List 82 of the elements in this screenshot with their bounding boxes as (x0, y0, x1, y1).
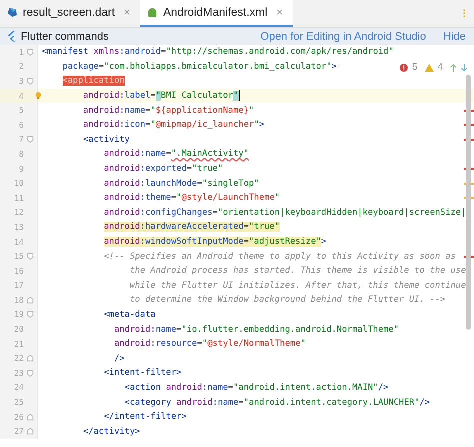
code-line: /> (113, 352, 125, 365)
fold-marker-icon[interactable] (26, 296, 34, 304)
banner-title: Flutter commands (21, 30, 110, 42)
code-line: android:exported="true" (103, 163, 224, 176)
fold-marker-icon[interactable] (26, 311, 34, 318)
code-line: android:name="io.flutter.embedding.android.NormalTheme" (113, 324, 400, 336)
code-line: <action android:name="android.intent.action.MAIN"/> (124, 382, 389, 394)
line-number: 12 (13, 208, 24, 218)
line-number: 16 (13, 266, 24, 276)
code-line: android:launchMode="singleTop" (103, 178, 260, 190)
fold-marker-icon[interactable] (26, 414, 34, 421)
arrow-up-icon[interactable] (450, 64, 457, 72)
editor-tab[interactable]: AndroidManifest.xml × (140, 0, 294, 27)
code-line: android:icon="@mipmap/ic_launcher"> (82, 119, 265, 132)
line-number: 19 (13, 310, 24, 320)
line-number: 27 (13, 427, 24, 436)
line-number: 11 (13, 194, 24, 203)
code-line: the Android process has started. This theme is visible to the use (128, 265, 466, 278)
line-number: 14 (13, 238, 24, 247)
dart-file-icon (7, 7, 18, 18)
line-number: 8 (18, 150, 24, 159)
code-line: android:theme="@style/LaunchTheme" (103, 192, 280, 204)
line-number: 25 (13, 398, 24, 408)
line-number: 9 (18, 164, 24, 174)
code-line: while the Flutter UI initializes. After that, this theme continue (128, 280, 466, 292)
line-number: 6 (18, 120, 24, 130)
code-line: <intent-filter> (103, 367, 182, 380)
arrow-down-icon[interactable] (461, 64, 468, 72)
error-icon[interactable] (400, 64, 408, 72)
fold-marker-icon[interactable] (26, 78, 34, 85)
code-line: android:label="BMI Calculator" (82, 90, 240, 102)
scrollbar-thumb[interactable] (466, 75, 471, 330)
code-line: to determine the Window background behind the Flutter UI. --> (128, 294, 446, 306)
code-line: <manifest xmlns:android="http://schemas.android.com/apk/res/android" (42, 46, 394, 58)
fold-marker-icon[interactable] (26, 370, 34, 377)
fold-marker-icon[interactable] (26, 428, 34, 436)
code-line: <!-- Specifies an Android theme to apply to this Activity as soon as (103, 250, 456, 263)
close-icon[interactable]: × (276, 6, 284, 18)
code-line: <category android:name="android.intent.category.LAUNCHER"/> (124, 396, 430, 409)
fold-marker-icon[interactable] (26, 253, 34, 260)
line-number: 24 (13, 383, 24, 392)
fold-marker-icon[interactable] (26, 136, 34, 144)
fold-marker-icon[interactable] (26, 355, 34, 362)
line-number: 3 (18, 76, 24, 86)
code-line: </intent-filter> (103, 411, 187, 424)
line-number: 22 (13, 354, 24, 364)
more-icon[interactable] (463, 8, 466, 19)
banner-link[interactable]: Hide (443, 30, 466, 42)
fold-marker-icon[interactable] (26, 48, 34, 56)
line-number: 23 (13, 368, 24, 378)
line-number: 10 (13, 179, 24, 188)
line-number: 20 (13, 325, 24, 334)
line-number: 4 (18, 92, 24, 101)
warning-count: 4 (438, 62, 443, 73)
line-number: 2 (18, 62, 24, 72)
code-line: <meta-data (103, 308, 156, 321)
code-line: android:windowSoftInputMode="adjustResize"> (103, 236, 327, 248)
line-number: 7 (18, 135, 24, 144)
code-line: <activity (82, 134, 130, 146)
code-line: android:name="${applicationName}" (82, 104, 254, 117)
line-number: 26 (13, 412, 24, 422)
code-line: android:hardwareAccelerated="true" (103, 221, 280, 234)
flutter-logo-icon (7, 31, 16, 42)
line-number: 15 (13, 252, 24, 262)
line-number: 5 (18, 106, 24, 116)
close-icon[interactable]: × (124, 6, 130, 18)
error-count: 5 (412, 62, 418, 73)
line-number: 17 (13, 281, 24, 290)
line-number: 18 (13, 296, 24, 305)
warning-icon[interactable] (424, 64, 434, 72)
code-line: package="com.bholiapps.bmicalculator.bmi_calculator"> (62, 60, 337, 73)
line-number: 21 (13, 340, 24, 349)
code-line: android:configChanges="orientation|keyboardHidden|keyboard|screenSize| (103, 206, 466, 219)
line-number: 13 (13, 222, 24, 232)
android-icon (147, 7, 158, 18)
code-line: android:name=".MainActivity" (103, 148, 249, 160)
lightbulb-icon[interactable] (34, 91, 43, 100)
banner-link[interactable]: Open for Editing in Android Studio (260, 30, 426, 42)
editor-tab[interactable]: result_screen.dart × (0, 0, 140, 27)
code-line: </activity> (82, 426, 140, 438)
code-line: android:resource="@style/NormalTheme" (113, 338, 306, 350)
line-number: 1 (18, 48, 24, 57)
